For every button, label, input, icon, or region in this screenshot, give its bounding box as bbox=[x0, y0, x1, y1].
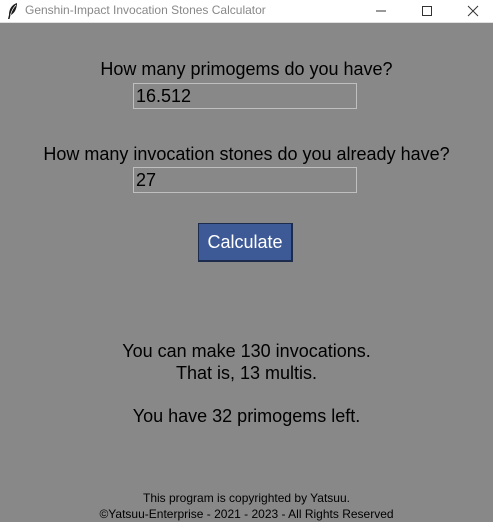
primogems-label: How many primogems do you have? bbox=[100, 59, 393, 79]
feather-icon bbox=[8, 3, 17, 19]
close-button[interactable] bbox=[450, 0, 493, 22]
invocation-stones-input[interactable] bbox=[133, 167, 357, 193]
calculate-button[interactable]: Calculate bbox=[198, 223, 293, 262]
remaining-primogems-result: You have 32 primogems left. bbox=[132, 406, 361, 426]
maximize-button[interactable] bbox=[404, 0, 450, 22]
maximize-icon bbox=[422, 6, 432, 16]
main-panel: How many primogems do you have? How many… bbox=[0, 23, 493, 522]
multis-result: That is, 13 multis. bbox=[175, 363, 318, 383]
copyright-line-2: ©Yatsuu-Enterprise - 2021 - 2023 - All R… bbox=[99, 507, 394, 521]
primogems-input[interactable] bbox=[133, 83, 357, 109]
minimize-icon bbox=[376, 10, 386, 12]
invocations-result: You can make 130 invocations. bbox=[122, 341, 371, 361]
minimize-button[interactable] bbox=[358, 0, 404, 22]
title-bar: Genshin-Impact Invocation Stones Calcula… bbox=[0, 0, 493, 23]
close-icon bbox=[467, 5, 479, 17]
window-title: Genshin-Impact Invocation Stones Calcula… bbox=[25, 3, 266, 17]
copyright-line-1: This program is copyrighted by Yatsuu. bbox=[143, 491, 350, 505]
invocation-stones-label: How many invocation stones do you alread… bbox=[43, 144, 450, 164]
